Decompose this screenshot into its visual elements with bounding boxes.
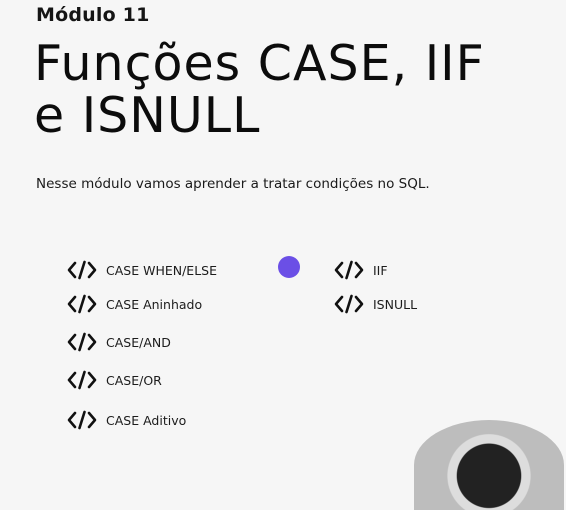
title-line-1: Funções CASE, IIF — [34, 35, 485, 92]
code-icon — [334, 260, 364, 280]
topic-label: ISNULL — [373, 296, 418, 312]
topic-iif[interactable]: IIF — [334, 260, 388, 280]
accent-dot — [278, 256, 300, 278]
topic-label: CASE/AND — [106, 334, 171, 350]
topic-label: CASE WHEN/ELSE — [106, 262, 217, 278]
code-icon — [67, 370, 97, 390]
module-description: Nesse módulo vamos aprender a tratar con… — [36, 176, 430, 192]
topic-label: CASE Aditivo — [106, 412, 187, 428]
code-icon — [67, 410, 97, 430]
topic-isnull[interactable]: ISNULL — [334, 294, 417, 314]
topic-case-or[interactable]: CASE/OR — [67, 370, 162, 390]
topic-case-aninhado[interactable]: CASE Aninhado — [67, 294, 202, 314]
topic-label: CASE Aninhado — [106, 296, 203, 312]
title-line-2: e ISNULL — [34, 87, 261, 144]
topic-label: CASE/OR — [106, 372, 162, 388]
topic-label: IIF — [373, 262, 388, 278]
page-title: Funções CASE, IIF e ISNULL — [34, 38, 554, 142]
code-icon — [334, 294, 364, 314]
code-icon — [67, 332, 97, 352]
code-icon — [67, 294, 97, 314]
topic-case-and[interactable]: CASE/AND — [67, 332, 171, 352]
topic-case-when-else[interactable]: CASE WHEN/ELSE — [67, 260, 217, 280]
module-label: Módulo 11 — [36, 4, 150, 26]
code-icon — [67, 260, 97, 280]
presenter-avatar — [414, 420, 564, 510]
topic-case-aditivo[interactable]: CASE Aditivo — [67, 410, 186, 430]
